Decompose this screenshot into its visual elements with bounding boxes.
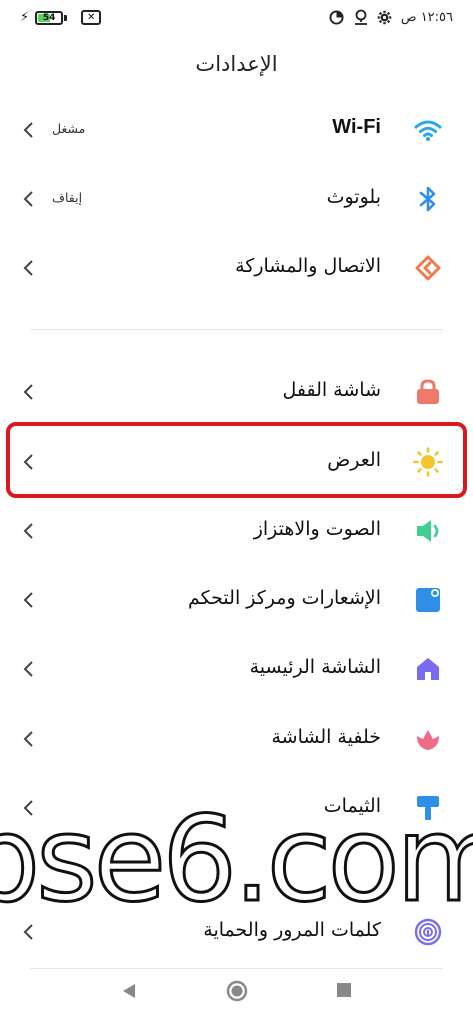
- charging-bolt-icon: ⚡: [20, 10, 30, 25]
- settings-item-label: الإشعارات ومركز التحكم: [188, 587, 381, 609]
- settings-item-bluetooth[interactable]: بلوتوث إيقاف: [0, 169, 473, 229]
- chevron-left-icon: [23, 384, 33, 400]
- connection-sharing-icon: [413, 253, 443, 283]
- settings-item-label: شاشة القفل: [282, 379, 381, 401]
- battery-level-text: 54: [42, 12, 56, 23]
- data-saver-icon: [329, 9, 345, 25]
- settings-item-label: Wi-Fi: [332, 116, 381, 138]
- chevron-left-icon: [23, 523, 33, 539]
- status-bar: ⚡ 54 ✕ ١٢:٥٦ ص: [0, 0, 473, 40]
- settings-item-lock-screen[interactable]: شاشة القفل: [0, 362, 473, 422]
- flower-icon: [413, 724, 443, 754]
- settings-item-home-screen[interactable]: الشاشة الرئيسية: [0, 639, 473, 699]
- settings-item-label: الشاشة الرئيسية: [249, 656, 381, 678]
- settings-item-label: خلفية الشاشة: [271, 726, 381, 748]
- notification-icon: [413, 585, 443, 615]
- status-bar-right: ١٢:٥٦ ص: [329, 9, 453, 25]
- group-divider: [30, 329, 443, 330]
- battery-icon: 54: [35, 10, 64, 25]
- settings-item-label: الاتصال والمشاركة: [235, 255, 381, 277]
- settings-item-status: إيقاف: [52, 190, 83, 205]
- settings-item-notifications[interactable]: الإشعارات ومركز التحكم: [0, 570, 473, 630]
- settings-item-status: مشغل: [52, 121, 86, 136]
- navigation-bar: [0, 968, 473, 1024]
- chevron-left-icon: [23, 731, 33, 747]
- chevron-left-icon: [23, 260, 33, 276]
- settings-item-wallpaper[interactable]: خلفية الشاشة: [0, 709, 473, 769]
- watermark: bse6.com: [0, 770, 473, 940]
- bluetooth-icon: [413, 184, 443, 214]
- page-title: الإعدادات: [195, 52, 278, 76]
- home-icon: [413, 654, 443, 684]
- chevron-left-icon: [23, 592, 33, 608]
- settings-item-connection-sharing[interactable]: الاتصال والمشاركة: [0, 238, 473, 298]
- display-highlight-frame: [6, 422, 467, 498]
- settings-item-label: بلوتوث: [326, 186, 381, 208]
- chevron-left-icon: [23, 661, 33, 677]
- settings-item-wifi[interactable]: Wi-Fi مشغل: [0, 100, 473, 160]
- home-button-icon[interactable]: [226, 980, 248, 1002]
- battery-cap: [64, 14, 68, 21]
- watermark-text: bse6.com: [0, 790, 473, 928]
- chevron-left-icon: [23, 122, 33, 138]
- status-bar-left: ⚡ 54 ✕: [20, 10, 102, 25]
- location-icon: [353, 9, 369, 25]
- recents-icon[interactable]: [337, 983, 351, 997]
- chevron-left-icon: [23, 191, 33, 207]
- speaker-icon: [413, 516, 443, 546]
- back-icon[interactable]: [121, 982, 137, 1000]
- gear-icon: [377, 9, 393, 25]
- settings-item-sound-vibration[interactable]: الصوت والاهتزاز: [0, 501, 473, 561]
- status-time: ١٢:٥٦ ص: [400, 9, 453, 25]
- wifi-icon: [413, 115, 443, 145]
- lock-icon: [413, 377, 443, 407]
- settings-item-label: الصوت والاهتزاز: [253, 518, 381, 540]
- no-sim-icon: ✕: [81, 10, 102, 25]
